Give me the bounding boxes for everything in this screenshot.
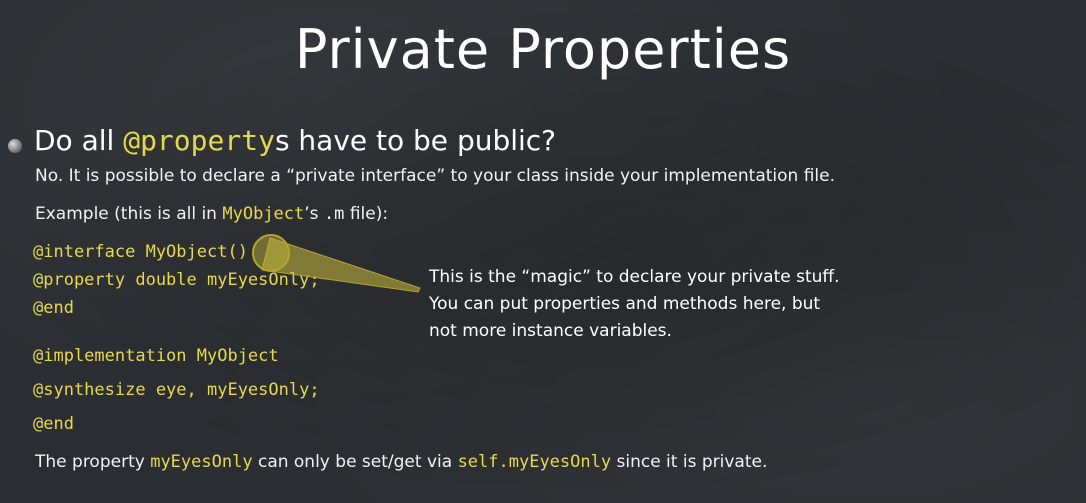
example-post: file): xyxy=(344,204,389,224)
bullet-text-pre: Do all xyxy=(34,124,124,157)
footer-post: since it is private. xyxy=(611,452,768,472)
code-interface: @interface MyObject() xyxy=(33,242,248,262)
code-end-1: @end xyxy=(33,298,74,318)
callout-box: This is the “magic” to declare your priv… xyxy=(429,264,989,345)
bullet-code: @property xyxy=(123,124,275,157)
bullet-dot-icon xyxy=(8,139,22,153)
bullet-text-post: s have to be public? xyxy=(274,124,557,157)
example-text: Example (this is all in MyObject’s .m fi… xyxy=(35,204,388,224)
example-mid: ’s xyxy=(304,204,324,224)
callout-line-1: This is the “magic” to declare your priv… xyxy=(429,267,840,287)
code-interface-text: @interface MyObject xyxy=(33,242,228,262)
example-code-class: MyObject xyxy=(222,204,305,224)
answer-text: No. It is possible to declare a “private… xyxy=(35,166,836,186)
slide-title: Private Properties xyxy=(294,18,792,81)
slide: Private Properties Do all @propertys hav… xyxy=(0,0,1086,503)
example-code-ext: .m xyxy=(323,204,345,224)
footer-mid: can only be set/get via xyxy=(252,452,458,472)
footer-code-1: myEyesOnly xyxy=(150,452,253,472)
footer-pre: The property xyxy=(35,452,151,472)
code-interface-parens: () xyxy=(227,242,248,262)
footer-text: The property myEyesOnly can only be set/… xyxy=(35,452,767,472)
code-synthesize: @synthesize eye, myEyesOnly; xyxy=(33,380,320,400)
footer-code-2: self.myEyesOnly xyxy=(457,452,612,472)
code-implementation: @implementation MyObject xyxy=(33,346,279,366)
code-property: @property double myEyesOnly; xyxy=(33,270,320,290)
callout-pointer-circle xyxy=(252,234,290,272)
callout-line-3: not more instance variables. xyxy=(429,321,672,341)
code-end-2: @end xyxy=(33,414,74,434)
callout-line-2: You can put properties and methods here,… xyxy=(429,294,821,314)
example-pre: Example (this is all in xyxy=(35,204,223,224)
bullet-question: Do all @propertys have to be public? xyxy=(34,124,556,157)
